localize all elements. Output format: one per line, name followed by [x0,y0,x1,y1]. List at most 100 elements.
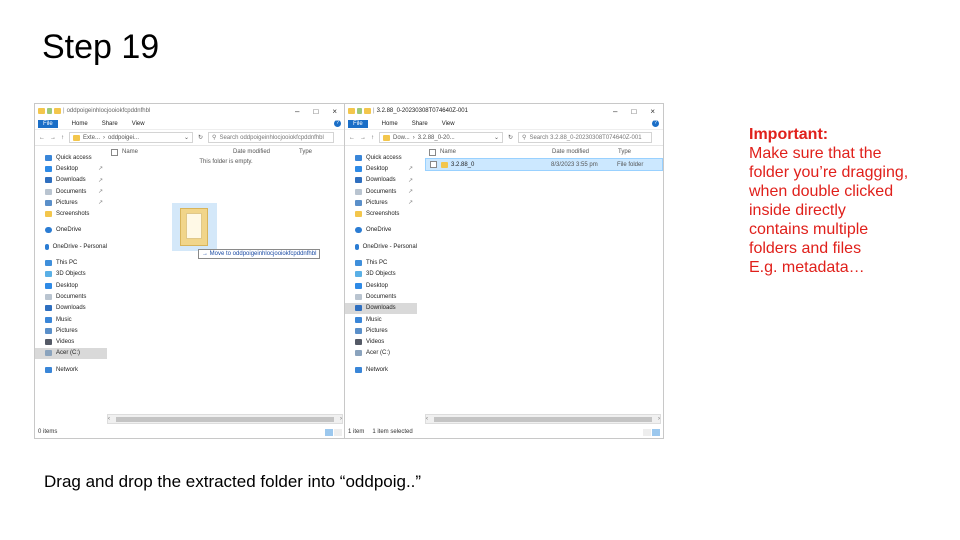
search-placeholder: Search 3.2.88_0-20230308T074640Z-001 [529,134,642,141]
nav-downloads[interactable]: Downloads ↗ [345,175,417,186]
horizontal-scrollbar[interactable]: ‹ › [425,414,661,424]
column-type[interactable]: Type [618,149,631,155]
nav-desktop-pc[interactable]: Desktop [345,280,417,291]
breadcrumb-segment[interactable]: oddpoigei... [108,135,139,141]
nav-onedrive-personal[interactable]: OneDrive - Personal [35,241,107,252]
forward-icon[interactable]: → [50,135,56,141]
scroll-left-icon[interactable]: ‹ [426,416,428,422]
nav-onedrive[interactable]: OneDrive [345,225,417,236]
large-icons-view-icon[interactable] [652,428,660,436]
tab-view[interactable]: View [132,121,145,127]
important-note: Important: Make sure that the folder you… [749,125,949,277]
breadcrumb-segment[interactable]: Dow... [393,135,410,141]
nav-acer-drive[interactable]: Acer (C:) [35,347,107,360]
nav-music[interactable]: Music [345,314,417,325]
nav-pictures-pc[interactable]: Pictures [35,325,107,336]
nav-documents-pc[interactable]: Documents [345,291,417,302]
drag-move-tooltip: → Move to oddpoigeinhlocjooiokfcpddnfhbl [198,249,321,259]
search-input[interactable]: ⚲ Search 3.2.88_0-20230308T074640Z-001 [518,132,653,143]
tab-home[interactable]: Home [72,121,88,127]
chevron-down-icon[interactable]: ⌄ [494,134,499,141]
up-icon[interactable]: ↑ [61,135,64,141]
nav-3d-objects[interactable]: 3D Objects [345,269,417,280]
tab-file[interactable]: File [348,119,368,128]
horizontal-scrollbar[interactable]: ‹ › [107,414,343,424]
nav-downloads-pc[interactable]: Downloads [345,302,417,314]
details-view-icon[interactable] [643,428,651,436]
maximize-icon[interactable]: □ [313,107,318,116]
new-folder-icon[interactable] [54,108,61,114]
column-date-modified[interactable]: Date modified [552,149,618,155]
large-icons-view-icon[interactable] [334,428,342,436]
address-bar[interactable]: Dow... › 3.2.88_0-20... ⌄ [379,132,503,143]
select-all-checkbox[interactable] [429,148,436,156]
table-row[interactable]: 3.2.88_0 8/3/2023 3:55 pm File folder [425,158,663,171]
scroll-right-icon[interactable]: › [340,416,342,422]
nav-quick-access[interactable]: Quick access [35,152,107,163]
nav-pictures[interactable]: Pictures ↗ [35,197,107,208]
minimize-icon[interactable]: – [295,107,299,116]
tab-home[interactable]: Home [382,121,398,127]
chevron-down-icon[interactable]: ⌄ [184,134,189,141]
tab-view[interactable]: View [442,121,455,127]
note-line: when double clicked [749,183,894,200]
refresh-icon[interactable]: ↻ [508,134,513,141]
nav-desktop[interactable]: Desktop ↗ [345,163,417,174]
nav-this-pc[interactable]: This PC [345,257,417,268]
nav-downloads-pc[interactable]: Downloads [35,303,107,314]
close-icon[interactable]: × [650,107,655,116]
up-icon[interactable]: ↑ [371,135,374,141]
nav-downloads[interactable]: Downloads ↗ [35,175,107,186]
details-view-icon[interactable] [325,428,333,436]
scroll-left-icon[interactable]: ‹ [108,416,110,422]
column-name[interactable]: Name [440,149,552,155]
breadcrumb-segment[interactable]: 3.2.88_0-20... [418,135,455,141]
tab-share[interactable]: Share [412,121,428,127]
breadcrumb-segment[interactable]: Exte... [83,135,100,141]
refresh-icon[interactable]: ↻ [198,134,203,141]
tab-file[interactable]: File [38,119,58,128]
nav-acer-drive[interactable]: Acer (C:) [345,348,417,359]
nav-desktop-pc[interactable]: Desktop [35,280,107,291]
minimize-icon[interactable]: – [613,107,617,116]
nav-documents[interactable]: Documents ↗ [345,186,417,197]
close-icon[interactable]: × [332,107,337,116]
search-input[interactable]: ⚲ Search oddpoigeinhlocjooiokfcpddnfhbl [208,132,335,143]
help-icon[interactable]: ? [652,120,659,127]
column-name[interactable]: Name [122,149,233,155]
nav-music[interactable]: Music [35,314,107,325]
forward-icon[interactable]: → [360,135,366,141]
nav-network[interactable]: Network [345,364,417,375]
back-icon[interactable]: ← [349,135,355,141]
maximize-icon[interactable]: □ [631,107,636,116]
nav-documents-pc[interactable]: Documents [35,291,107,302]
nav-screenshots[interactable]: Screenshots [345,208,417,219]
row-checkbox[interactable] [430,161,437,168]
select-all-checkbox[interactable] [111,148,118,156]
nav-pictures[interactable]: Pictures ↗ [345,197,417,208]
nav-3d-objects[interactable]: 3D Objects [35,269,107,280]
properties-icon[interactable] [47,108,52,114]
nav-documents[interactable]: Documents ↗ [35,186,107,197]
nav-onedrive-personal[interactable]: OneDrive - Personal [345,241,417,252]
nav-videos[interactable]: Videos [345,336,417,347]
back-icon[interactable]: ← [39,135,45,141]
help-icon[interactable]: ? [334,120,341,127]
scrollbar-thumb[interactable] [434,416,652,422]
column-date-modified[interactable]: Date modified [233,149,299,155]
scroll-right-icon[interactable]: › [658,416,660,422]
new-folder-icon[interactable] [364,108,371,114]
scrollbar-thumb[interactable] [116,416,334,422]
address-bar[interactable]: Exte... › oddpoigei... ⌄ [69,132,193,143]
nav-quick-access[interactable]: Quick access [345,152,417,163]
nav-screenshots[interactable]: Screenshots [35,208,107,219]
nav-videos[interactable]: Videos [35,336,107,347]
tab-share[interactable]: Share [102,121,118,127]
nav-desktop[interactable]: Desktop ↗ [35,163,107,174]
column-type[interactable]: Type [299,149,312,155]
nav-this-pc[interactable]: This PC [35,257,107,268]
nav-network[interactable]: Network [35,364,107,375]
properties-icon[interactable] [357,108,362,114]
nav-pictures-pc[interactable]: Pictures [345,325,417,336]
nav-onedrive[interactable]: OneDrive [35,225,107,236]
